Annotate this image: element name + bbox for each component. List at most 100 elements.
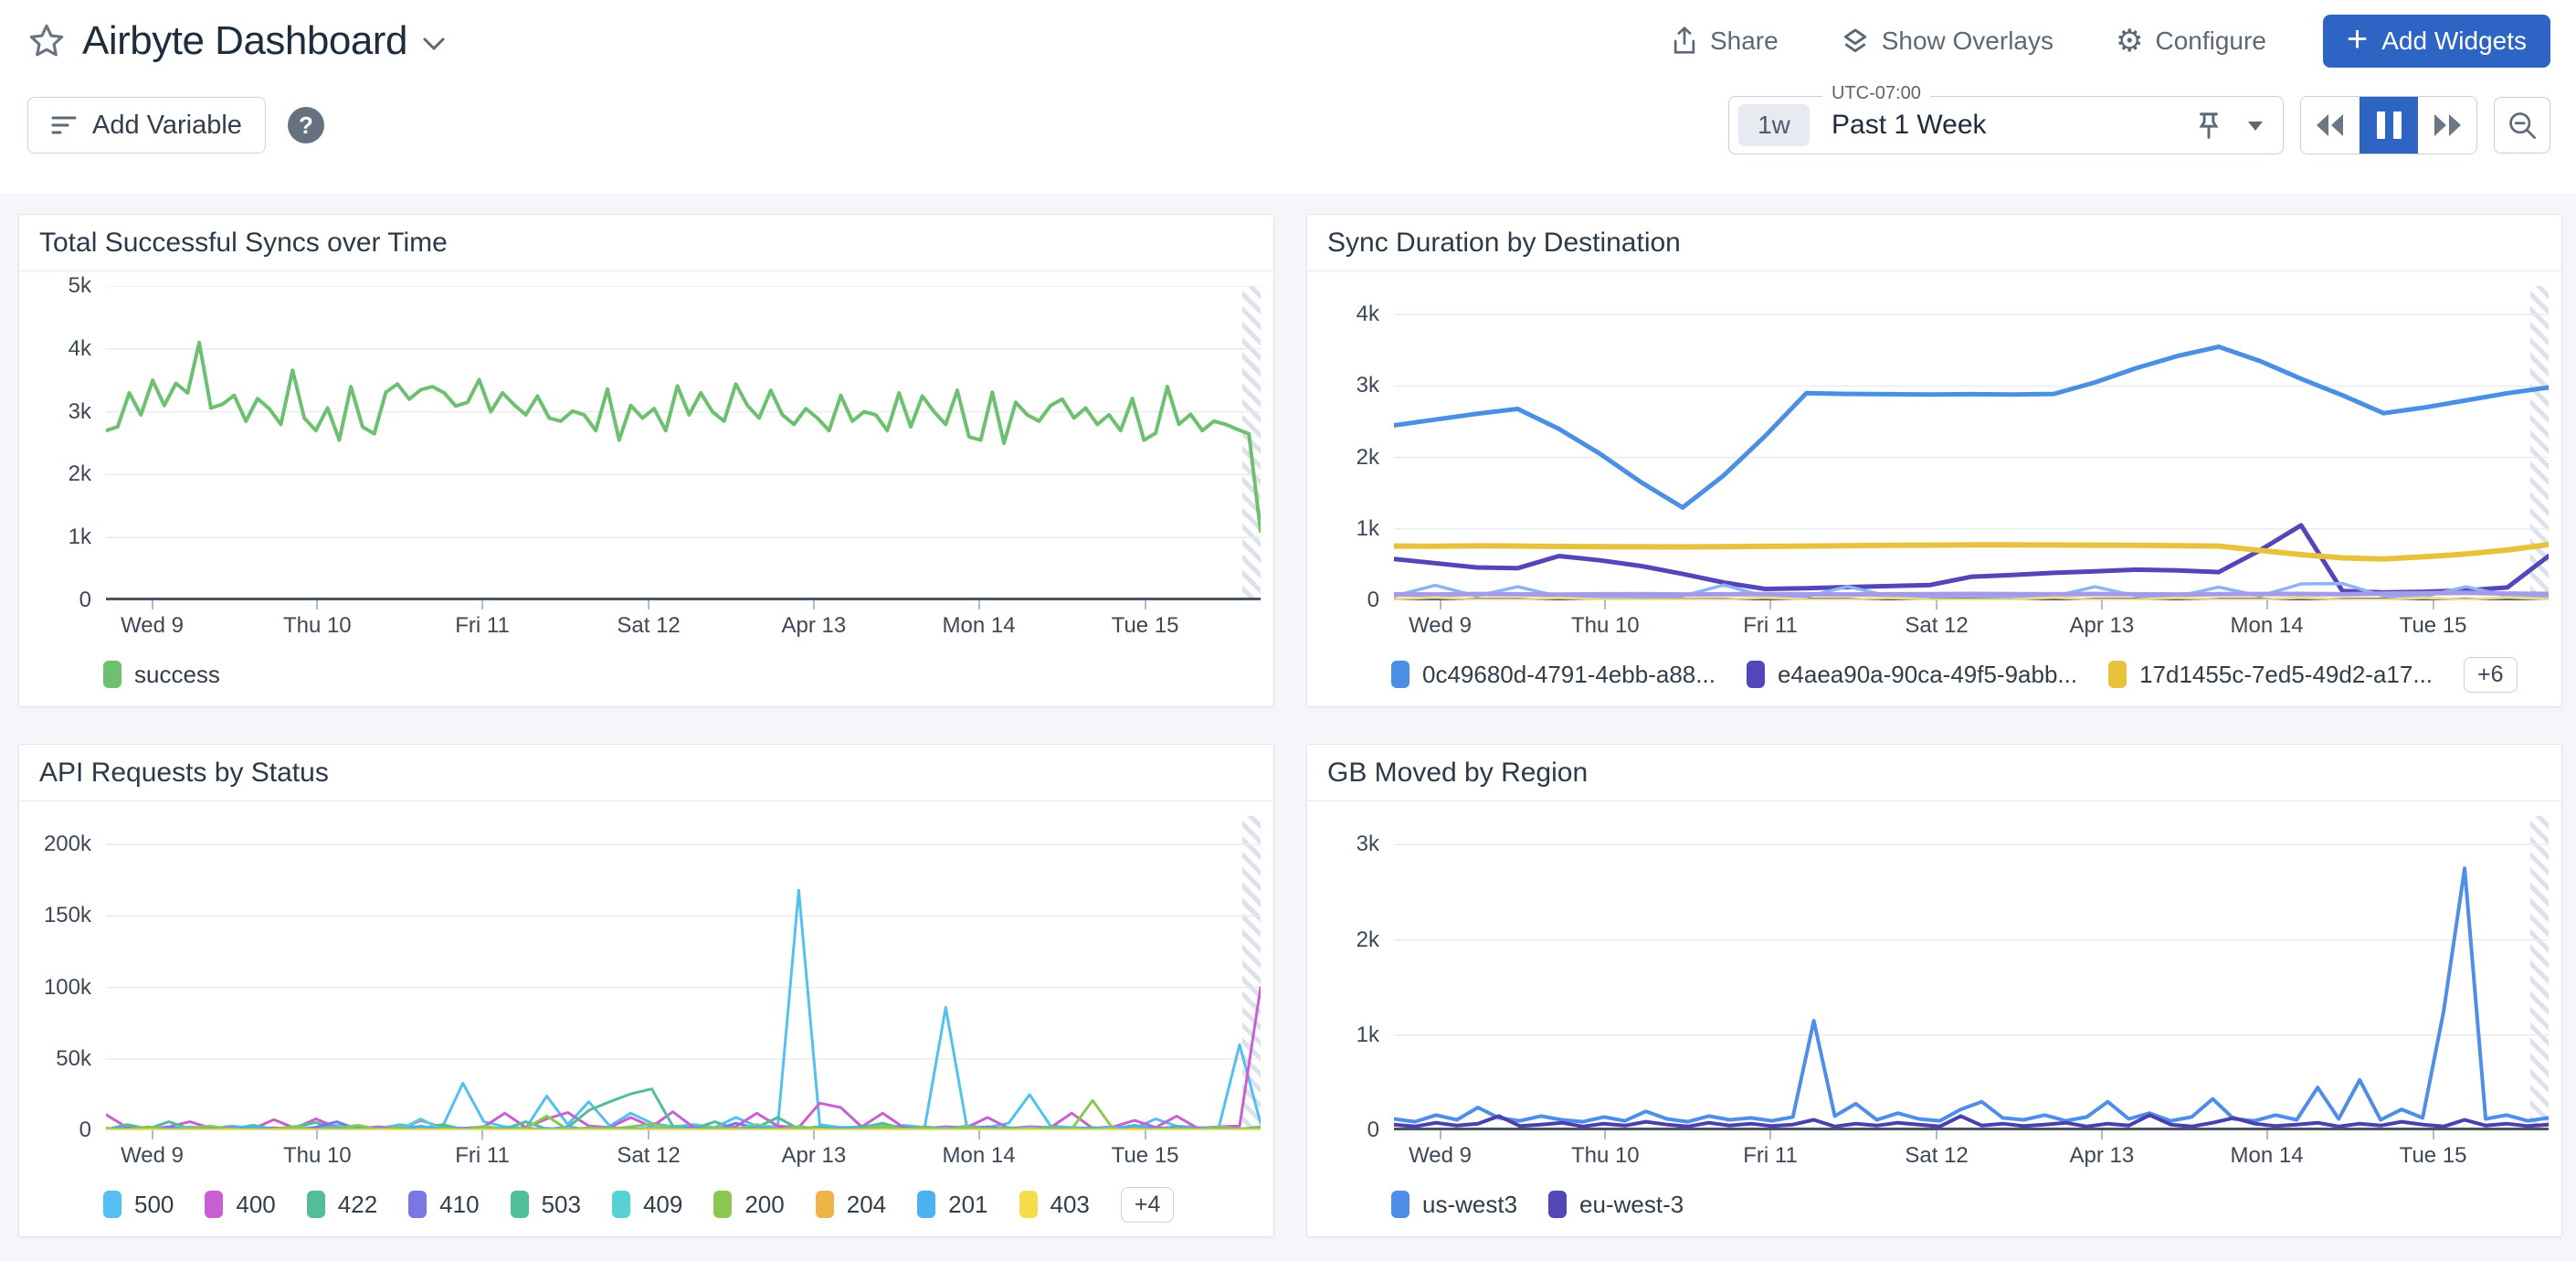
x-axis-label: Apr 13	[781, 613, 846, 639]
x-axis-tick	[316, 600, 318, 609]
x-axis-label: Tue 15	[1112, 613, 1179, 639]
y-axis-label: 3k	[1357, 373, 1379, 398]
pause-button[interactable]	[2360, 97, 2418, 154]
pause-icon	[2377, 111, 2402, 139]
x-axis-label: Thu 10	[1571, 1143, 1640, 1169]
layers-icon	[1841, 26, 1870, 56]
y-axis-label: 100k	[44, 975, 91, 1001]
legend-item[interactable]: 410	[408, 1191, 479, 1219]
title-row: Airbyte Dashboard Share	[27, 11, 2550, 71]
legend-item[interactable]: 0c49680d-4791-4ebb-a88...	[1391, 661, 1716, 689]
x-axis-tick	[1604, 600, 1606, 609]
y-axis-label: 0	[1367, 588, 1379, 613]
x-axis-label: Mon 14	[943, 1143, 1016, 1169]
legend-more-badge[interactable]: +6	[2464, 657, 2518, 693]
gear-icon: ⚙	[2116, 26, 2143, 57]
add-variable-button[interactable]: Add Variable	[27, 97, 266, 154]
zoom-out-button[interactable]	[2494, 97, 2550, 154]
legend-swatch	[713, 1191, 732, 1218]
legend-item[interactable]: success	[103, 661, 220, 689]
x-axis-tick	[481, 1130, 483, 1139]
plot-area[interactable]	[106, 286, 1261, 600]
legend-swatch	[1548, 1191, 1567, 1218]
panel-sync-duration: Sync Duration by Destination 01k2k3k4k W…	[1306, 214, 2562, 707]
x-axis-tick	[481, 600, 483, 609]
forward-button[interactable]	[2418, 97, 2476, 154]
x-axis-tick	[316, 1130, 318, 1139]
chart-canvas	[106, 816, 1261, 1130]
favorite-star-icon[interactable]	[27, 22, 66, 60]
legend-item[interactable]: eu-west-3	[1548, 1191, 1684, 1219]
x-axis-tick	[1936, 600, 1937, 609]
legend-swatch	[2108, 661, 2127, 688]
x-axis-label: Tue 15	[2400, 1143, 2467, 1169]
plot-area[interactable]	[1394, 286, 2549, 600]
x-axis-tick	[152, 600, 153, 609]
legend-item[interactable]: 204	[816, 1191, 886, 1219]
pin-icon[interactable]	[2195, 110, 2222, 141]
x-axis: Wed 9Thu 10Fri 11Sat 12Apr 13Mon 14Tue 1…	[1394, 1130, 2549, 1174]
x-axis-label: Wed 9	[1409, 1143, 1472, 1169]
x-axis-tick	[978, 1130, 980, 1139]
header-toolbar: Share Show Overlays ⚙ Configure + Add Wi…	[1665, 15, 2550, 68]
legend-more-badge[interactable]: +4	[1121, 1187, 1175, 1223]
controls-row: Add Variable ? UTC-07:00 1w Past 1 Week	[27, 95, 2550, 155]
legend-item[interactable]: 200	[713, 1191, 784, 1219]
chart-legend: success	[103, 653, 1261, 695]
legend-swatch	[307, 1191, 325, 1218]
configure-button[interactable]: ⚙ Configure	[2110, 25, 2272, 58]
legend-item[interactable]: 17d1455c-7ed5-49d2-a17...	[2108, 661, 2433, 689]
y-axis: 01k2k3k4k5k	[19, 286, 106, 600]
panel-title: API Requests by Status	[19, 745, 1273, 801]
timezone-label: UTC-07:00	[1822, 83, 1930, 104]
legend-label: 422	[338, 1191, 377, 1219]
chevron-down-icon[interactable]	[422, 37, 446, 51]
caret-down-icon[interactable]	[2246, 120, 2265, 132]
legend-item[interactable]: 201	[917, 1191, 987, 1219]
legend-label: 503	[542, 1191, 581, 1219]
y-axis-label: 2k	[1357, 927, 1379, 953]
share-button[interactable]: Share	[1665, 26, 1784, 57]
legend-item[interactable]: 403	[1019, 1191, 1090, 1219]
y-axis-label: 1k	[69, 525, 91, 550]
chart-legend: 500 400 422 410 503 409 200 204 201 403 +4	[103, 1183, 1261, 1225]
legend-label: 200	[744, 1191, 784, 1219]
time-range-picker[interactable]: UTC-07:00 1w Past 1 Week	[1728, 96, 2284, 154]
legend-item[interactable]: e4aea90a-90ca-49f5-9abb...	[1747, 661, 2077, 689]
legend-swatch	[408, 1191, 427, 1218]
y-axis-label: 0	[79, 588, 91, 613]
panel-title: Sync Duration by Destination	[1307, 215, 2561, 271]
x-axis-tick	[813, 600, 815, 609]
legend-item[interactable]: 503	[511, 1191, 581, 1219]
backward-button[interactable]	[2301, 97, 2360, 154]
panel-title: GB Moved by Region	[1307, 745, 2561, 801]
x-axis-label: Apr 13	[2069, 1143, 2134, 1169]
legend-item[interactable]: 400	[205, 1191, 275, 1219]
chart-canvas	[1394, 286, 2549, 600]
legend-item[interactable]: 409	[612, 1191, 682, 1219]
legend-item[interactable]: 422	[307, 1191, 377, 1219]
chart-gb-moved: 01k2k3k Wed 9Thu 10Fri 11Sat 12Apr 13Mon…	[1307, 801, 2561, 1225]
add-widgets-button[interactable]: + Add Widgets	[2323, 15, 2550, 68]
legend-swatch	[1747, 661, 1765, 688]
dashboard-grid: Total Successful Syncs over Time 01k2k3k…	[18, 214, 2562, 1237]
x-axis-tick	[1604, 1130, 1606, 1139]
y-axis-label: 50k	[56, 1046, 91, 1072]
y-axis-label: 0	[79, 1118, 91, 1143]
x-axis-tick	[2266, 600, 2268, 609]
legend-label: e4aea90a-90ca-49f5-9abb...	[1778, 661, 2077, 689]
x-axis-label: Fri 11	[455, 613, 510, 639]
series-line-500	[106, 890, 1261, 1129]
legend-label: 403	[1050, 1191, 1090, 1219]
legend-item[interactable]: 500	[103, 1191, 174, 1219]
plot-area[interactable]	[106, 816, 1261, 1130]
help-icon[interactable]: ?	[288, 107, 324, 143]
show-overlays-button[interactable]: Show Overlays	[1835, 26, 2059, 57]
plot-area[interactable]	[1394, 816, 2549, 1130]
chart-canvas	[106, 286, 1261, 600]
x-axis-label: Sat 12	[1905, 1143, 1968, 1169]
x-axis-label: Apr 13	[2069, 613, 2134, 639]
y-axis-label: 4k	[1357, 302, 1379, 327]
legend-item[interactable]: us-west3	[1391, 1191, 1517, 1219]
x-axis: Wed 9Thu 10Fri 11Sat 12Apr 13Mon 14Tue 1…	[1394, 600, 2549, 644]
